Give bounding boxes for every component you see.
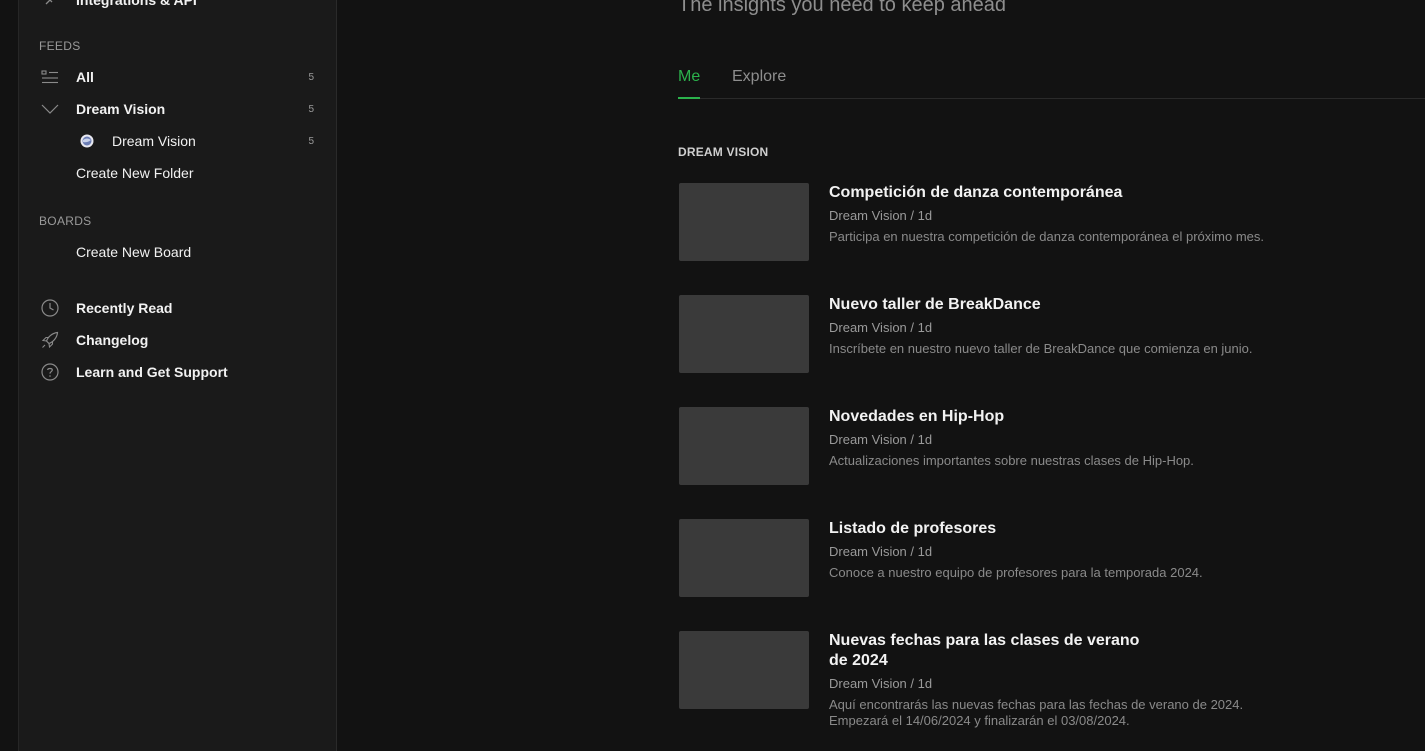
unread-count: 5 <box>308 135 314 147</box>
main-content: The insights you need to keep ahead Me E… <box>338 0 1425 751</box>
article-card[interactable]: Nuevas fechas para las clases de verano … <box>678 631 1378 731</box>
article-thumbnail <box>679 519 809 597</box>
sidebar-item-label: Recently Read <box>76 300 173 316</box>
create-folder-label: Create New Folder <box>76 165 194 181</box>
sidebar-item-label: Learn and Get Support <box>76 364 228 380</box>
article-card[interactable]: Novedades en Hip-Hop Dream Vision / 1d A… <box>678 407 1378 487</box>
article-title[interactable]: Nuevas fechas para las clases de verano … <box>829 631 1159 671</box>
page-tagline: The insights you need to keep ahead <box>678 0 1007 16</box>
sidebar-folder-dream-vision[interactable]: Dream Vision 5 <box>19 95 336 123</box>
article-summary: Actualizaciones importantes sobre nuestr… <box>829 453 1194 468</box>
article-title[interactable]: Listado de profesores <box>829 519 1159 539</box>
article-card[interactable]: Nuevo taller de BreakDance Dream Vision … <box>678 295 1378 375</box>
sidebar-item-label: Dream Vision <box>112 133 196 149</box>
article-title[interactable]: Nuevo taller de BreakDance <box>829 295 1159 315</box>
sidebar-item-label: Integrations & API <box>76 0 197 8</box>
article-card[interactable]: Listado de profesores Dream Vision / 1d … <box>678 519 1378 599</box>
article-meta: Dream Vision / 1d <box>829 432 933 447</box>
sidebar-item-label: Dream Vision <box>76 101 166 117</box>
create-board-button[interactable]: Create New Board <box>19 238 336 266</box>
sidebar-item-label: Changelog <box>76 332 149 348</box>
sidebar-item-support[interactable]: Learn and Get Support <box>19 358 336 386</box>
unread-count: 5 <box>308 103 314 115</box>
sidebar-item-integrations[interactable]: Integrations & API <box>19 0 336 14</box>
tab-me[interactable]: Me <box>678 66 701 99</box>
article-meta: Dream Vision / 1d <box>829 544 933 559</box>
article-summary: Participa en nuestra competición de danz… <box>829 229 1265 244</box>
create-board-label: Create New Board <box>76 244 192 260</box>
sidebar-item-changelog[interactable]: Changelog <box>19 326 336 354</box>
article-summary: Conoce a nuestro equipo de profesores pa… <box>829 565 1203 580</box>
chevron-down-icon[interactable] <box>39 98 61 120</box>
article-card[interactable]: Competición de danza contemporánea Dream… <box>678 183 1378 263</box>
sidebar: Integrations & API FEEDS All 5 Dream Vis… <box>19 0 337 751</box>
sidebar-feed-dream-vision[interactable]: Dream Vision 5 <box>19 127 336 155</box>
list-icon <box>39 66 61 88</box>
article-title[interactable]: Competición de danza contemporánea <box>829 183 1159 203</box>
sidebar-item-all[interactable]: All 5 <box>19 63 336 91</box>
article-meta: Dream Vision / 1d <box>829 208 933 223</box>
article-thumbnail <box>679 295 809 373</box>
article-thumbnail <box>679 407 809 485</box>
article-title[interactable]: Novedades en Hip-Hop <box>829 407 1159 427</box>
help-icon <box>39 361 61 383</box>
tab-explore[interactable]: Explore <box>732 66 786 97</box>
article-meta: Dream Vision / 1d <box>829 320 933 335</box>
clock-icon <box>39 297 61 319</box>
article-thumbnail <box>679 183 809 261</box>
rocket-icon <box>39 329 61 351</box>
boards-section-title: BOARDS <box>39 214 92 228</box>
sidebar-item-recently-read[interactable]: Recently Read <box>19 294 336 322</box>
create-folder-button[interactable]: Create New Folder <box>19 159 336 187</box>
feed-favicon-icon <box>76 130 98 152</box>
app-rail <box>0 0 19 751</box>
article-summary: Aquí encontrarás las nuevas fechas para … <box>829 697 1244 728</box>
feeds-section-title: FEEDS <box>39 39 81 53</box>
article-thumbnail <box>679 631 809 709</box>
tab-bar: Me Explore <box>678 66 1425 99</box>
unread-count: 5 <box>308 71 314 83</box>
feed-section-title: DREAM VISION <box>678 145 769 159</box>
article-meta: Dream Vision / 1d <box>829 676 933 691</box>
plug-icon <box>39 0 61 11</box>
article-summary: Inscríbete en nuestro nuevo taller de Br… <box>829 341 1253 356</box>
sidebar-item-label: All <box>76 69 94 85</box>
